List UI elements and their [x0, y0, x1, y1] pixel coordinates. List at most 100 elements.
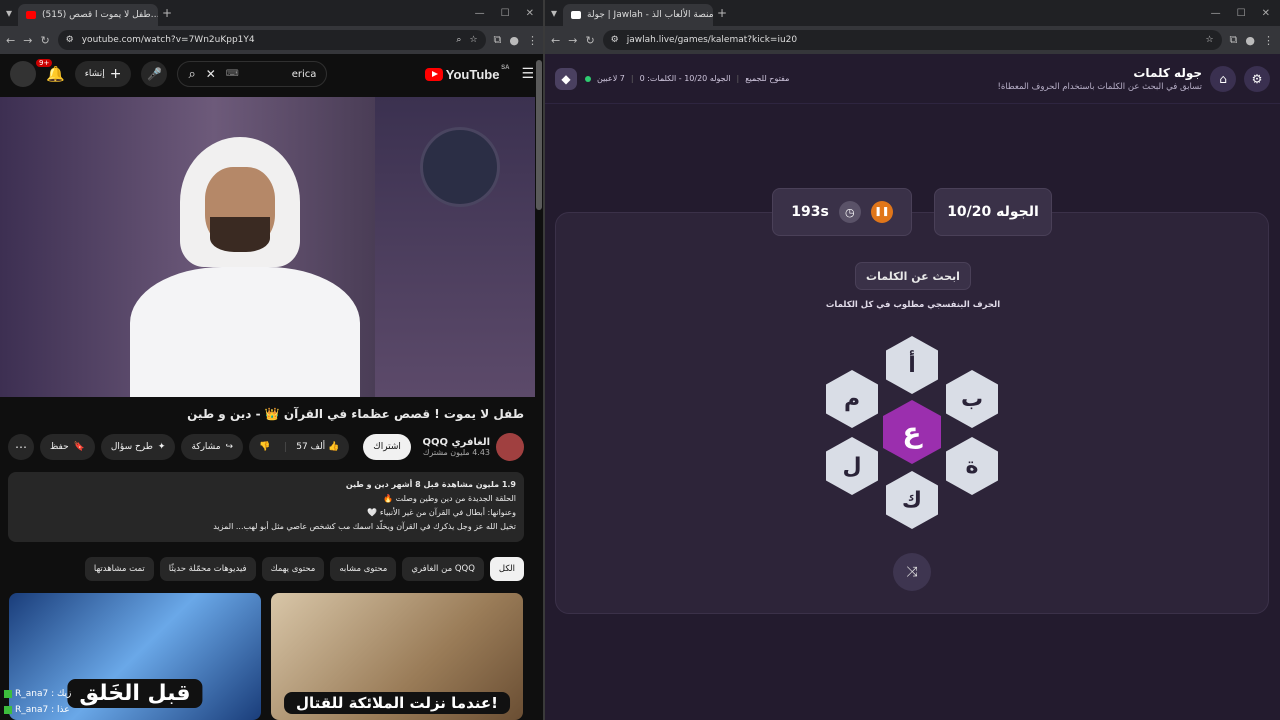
shuffle-icon: ⤨: [906, 564, 918, 580]
minimize-button[interactable]: —: [1211, 8, 1221, 19]
tab-search-button[interactable]: ▾: [545, 6, 563, 20]
clear-search-icon[interactable]: ✕: [206, 67, 216, 81]
site-info-icon[interactable]: ⚙: [611, 35, 619, 45]
kick-logo-icon[interactable]: ◆: [555, 67, 577, 90]
ask-label: طرح سؤال: [110, 442, 153, 452]
zoom-icon[interactable]: ⌕: [456, 35, 461, 45]
channel-name[interactable]: الغافري QQQ: [422, 437, 490, 448]
shuffle-button[interactable]: ⤨: [893, 553, 931, 591]
chat-badge-icon: [4, 706, 12, 714]
search-box[interactable]: ⌕ ✕ ⌨ erica: [177, 61, 328, 87]
reload-icon[interactable]: ↻: [40, 34, 49, 47]
channel-avatar[interactable]: [496, 433, 524, 461]
thumbs-up-icon: 👍: [328, 442, 340, 452]
voice-search-button[interactable]: 🎤: [141, 61, 168, 87]
forward-icon[interactable]: →: [568, 34, 577, 47]
right-tab-bar: ▾ جولة | Jawlah - منصة الألعاب الذ… ✕ + …: [545, 0, 1280, 26]
close-window-button[interactable]: ✕: [1262, 8, 1270, 19]
desc-line: وعنوانها: أبطال في القرآن من غير الأنبيا…: [367, 508, 516, 517]
find-words-label: ابحث عن الكلمات: [866, 269, 960, 283]
menu-icon[interactable]: ⋮: [1263, 34, 1274, 47]
extensions-icon[interactable]: ⧉: [494, 33, 502, 47]
hamburger-icon[interactable]: ☰: [521, 66, 534, 82]
desc-stats: 1.9 مليون مشاهدة قبل 8 أشهر دين و طين: [345, 480, 516, 489]
game-header: ◆ مفتوح للجميع | الجوله 10/20 - الكلمات:…: [545, 54, 1280, 104]
tab-jawlah[interactable]: جولة | Jawlah - منصة الألعاب الذ… ✕: [563, 4, 713, 26]
youtube-logo[interactable]: YouTube SA: [424, 65, 509, 82]
scrollbar[interactable]: [536, 60, 542, 210]
back-icon[interactable]: ←: [6, 34, 15, 47]
forward-icon[interactable]: →: [23, 34, 32, 47]
ask-button[interactable]: طرح سؤال ✦: [100, 434, 176, 460]
chip-watched[interactable]: تمت مشاهدتها: [84, 557, 154, 581]
maximize-button[interactable]: ☐: [1237, 8, 1246, 19]
create-label: إنشاء: [84, 69, 105, 79]
reload-icon[interactable]: ↻: [585, 34, 594, 47]
tab-youtube[interactable]: (515) طفل لا يموت ا قصص… ✕: [18, 4, 158, 26]
site-info-icon[interactable]: ⚙: [66, 35, 74, 45]
like-button[interactable]: 57 ألف 👍: [285, 442, 349, 452]
hint-text: الحرف البنفسجي مطلوب في كل الكلمات: [825, 300, 1001, 310]
desc-line: الحلقة الجديدة من دين وطين وصلت 🔥: [383, 494, 516, 503]
chip-all[interactable]: الكل: [489, 557, 524, 581]
chip-related[interactable]: محتوى مشابه: [330, 557, 397, 581]
chat-message: R_ana7 : زيك: [4, 689, 71, 699]
chip-recent[interactable]: فيديوهات محمّلة حديثًا: [159, 557, 256, 581]
chip-for-you[interactable]: محتوى يهمك: [261, 557, 325, 581]
profile-icon[interactable]: ●: [509, 34, 519, 47]
home-icon: ⌂: [1219, 71, 1227, 86]
channel-info: الغافري QQQ 4.43 مليون مشترك: [422, 437, 490, 457]
dislike-button[interactable]: 👎: [249, 442, 280, 452]
new-tab-button[interactable]: +: [713, 6, 731, 20]
globe-prop: [420, 127, 500, 207]
maximize-button[interactable]: ☐: [501, 8, 510, 19]
video-thumbnail-1[interactable]: قبل الخَلق: [9, 593, 261, 720]
subscriber-count: 4.43 مليون مشترك: [422, 448, 490, 457]
notification-badge: 9+: [36, 59, 53, 67]
players-count: 7 لاعبين: [597, 74, 625, 83]
share-label: مشاركة: [191, 442, 221, 452]
find-words-button[interactable]: ابحث عن الكلمات: [855, 262, 971, 290]
tab-title: جولة | Jawlah - منصة الألعاب الذ…: [587, 10, 713, 20]
new-tab-button[interactable]: +: [158, 6, 176, 20]
thumbs-down-icon: 👎: [259, 442, 271, 452]
keyboard-icon[interactable]: ⌨: [226, 69, 239, 79]
video-thumbnail-2[interactable]: عندما نزلت الملائكة للقتال!: [271, 593, 523, 720]
gear-icon: ⚙: [1251, 71, 1263, 86]
tab-search-button[interactable]: ▾: [0, 6, 18, 20]
home-button[interactable]: ⌂: [1210, 65, 1236, 92]
plus-icon: +: [109, 66, 122, 82]
game-title-block: جوله كلمات تسابق في البحث عن الكلمات باس…: [997, 66, 1202, 92]
more-actions-button[interactable]: ⋯: [8, 434, 34, 460]
subscribe-button[interactable]: اشتراك: [363, 434, 411, 460]
video-player[interactable]: [0, 97, 535, 397]
menu-icon[interactable]: ⋮: [527, 34, 538, 47]
account-avatar[interactable]: [10, 61, 36, 87]
notifications-button[interactable]: 🔔 9+: [36, 59, 65, 83]
back-icon[interactable]: ←: [551, 34, 560, 47]
region-code: SA: [501, 64, 510, 71]
address-bar[interactable]: ⚙ jawlah.live/games/kalemat?kick=iu20 ☆: [602, 30, 1222, 50]
right-url-bar: ← → ↻ ⚙ jawlah.live/games/kalemat?kick=i…: [545, 26, 1280, 54]
desc-line: تخيل الله عز وجل يذكرك في القرآن ويخلّد …: [213, 522, 516, 531]
search-icon[interactable]: ⌕: [188, 67, 195, 82]
pause-button[interactable]: ❚❚: [870, 201, 893, 223]
profile-icon[interactable]: ●: [1245, 34, 1255, 47]
chip-from-channel[interactable]: من الغافري QQQ: [402, 557, 484, 581]
game-subtitle: تسابق في البحث عن الكلمات باستخدام الحرو…: [997, 81, 1202, 92]
save-button[interactable]: حفظ 🔖: [40, 434, 95, 460]
address-bar[interactable]: ⚙ youtube.com/watch?v=7Wn2uKpp1Y4 ⌕ ☆: [57, 30, 486, 50]
minimize-button[interactable]: —: [475, 8, 485, 19]
description-box[interactable]: 1.9 مليون مشاهدة قبل 8 أشهر دين و طين ال…: [8, 472, 524, 542]
bookmark-star-icon[interactable]: ☆: [1205, 35, 1213, 45]
share-icon: ↪: [225, 442, 234, 452]
tab-title: (515) طفل لا يموت ا قصص…: [42, 10, 158, 20]
settings-button[interactable]: ⚙: [1244, 65, 1270, 92]
close-window-button[interactable]: ✕: [526, 8, 534, 19]
create-button[interactable]: إنشاء +: [74, 61, 132, 87]
game-title: جوله كلمات: [1133, 65, 1202, 80]
search-input[interactable]: erica: [292, 69, 317, 80]
share-button[interactable]: مشاركة ↪: [181, 434, 244, 460]
bookmark-star-icon[interactable]: ☆: [469, 35, 477, 45]
extensions-icon[interactable]: ⧉: [1230, 33, 1238, 47]
